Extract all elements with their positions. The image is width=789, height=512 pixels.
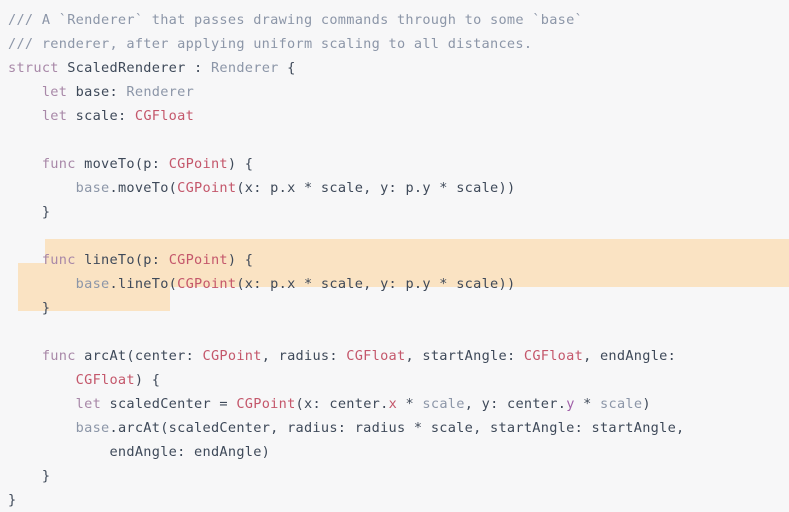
code-token-plain: * bbox=[397, 396, 423, 412]
code-line[interactable]: base.moveTo(CGPoint(x: p.x * scale, y: p… bbox=[0, 176, 789, 200]
code-line[interactable]: struct ScaledRenderer : Renderer { bbox=[0, 56, 789, 80]
code-token-plain: (x: center. bbox=[295, 396, 389, 412]
code-token-plain: , y: center. bbox=[464, 396, 567, 412]
code-token-plain: .arcAt(scaledCenter, radius: radius * sc… bbox=[109, 420, 685, 436]
code-line[interactable]: /// renderer, after applying uniform sca… bbox=[0, 32, 789, 56]
code-token-property-x: x bbox=[388, 396, 398, 412]
code-token-type: CGPoint bbox=[177, 276, 237, 292]
code-token-plain: ScaledRenderer : bbox=[58, 60, 211, 76]
code-token-plain: arcAt(center: bbox=[75, 348, 203, 364]
code-token-plain: (x: p.x * scale, y: p.y * scale)) bbox=[236, 276, 516, 292]
code-line[interactable]: let base: Renderer bbox=[0, 80, 789, 104]
code-line[interactable]: base.arcAt(scaledCenter, radius: radius … bbox=[0, 416, 789, 440]
code-token-keyword: let bbox=[41, 84, 68, 100]
code-token-plain: ) { bbox=[134, 372, 161, 388]
code-line[interactable]: } bbox=[0, 200, 789, 224]
code-token-keyword: func bbox=[41, 348, 76, 364]
code-token-keyword: struct bbox=[8, 60, 59, 76]
code-token-keyword: func bbox=[41, 156, 76, 172]
code-token-identifier-muted: base bbox=[75, 276, 110, 292]
code-viewer[interactable]: /// A `Renderer` that passes drawing com… bbox=[0, 0, 789, 508]
code-token-plain: , radius: bbox=[261, 348, 347, 364]
code-token-plain: endAngle: endAngle) bbox=[8, 444, 271, 460]
code-content[interactable]: /// A `Renderer` that passes drawing com… bbox=[0, 0, 789, 508]
code-token-plain: * bbox=[574, 396, 601, 412]
code-token-plain: .moveTo( bbox=[109, 180, 178, 196]
code-token-plain: } bbox=[8, 468, 51, 484]
code-token-type: CGFloat bbox=[134, 108, 195, 124]
code-token-plain: } bbox=[8, 300, 51, 316]
code-token-plain: scaledCenter = bbox=[101, 396, 237, 412]
code-token-type: CGPoint bbox=[168, 252, 228, 268]
code-token-plain: moveTo(p: bbox=[75, 156, 169, 172]
code-token-type: CGFloat bbox=[75, 372, 135, 388]
code-token-comment: /// A `Renderer` that passes drawing com… bbox=[8, 12, 584, 28]
code-line[interactable]: let scaledCenter = CGPoint(x: center.x *… bbox=[0, 392, 789, 416]
code-line[interactable]: func arcAt(center: CGPoint, radius: CGFl… bbox=[0, 344, 789, 368]
code-line[interactable]: base.lineTo(CGPoint(x: p.x * scale, y: p… bbox=[0, 272, 789, 296]
code-token-plain: } bbox=[8, 204, 51, 220]
code-token-type: CGFloat bbox=[523, 348, 584, 364]
code-token-plain: .lineTo( bbox=[109, 276, 178, 292]
code-token-plain: (x: p.x * scale, y: p.y * scale)) bbox=[236, 180, 516, 196]
code-token-identifier-muted: scale bbox=[600, 396, 643, 412]
code-line[interactable]: /// A `Renderer` that passes drawing com… bbox=[0, 8, 789, 32]
code-token-keyword: let bbox=[41, 108, 68, 124]
code-line[interactable]: } bbox=[0, 464, 789, 488]
code-token-type: CGPoint bbox=[168, 156, 228, 172]
code-token-plain: , startAngle: bbox=[405, 348, 524, 364]
code-token-comment: /// renderer, after applying uniform sca… bbox=[8, 36, 533, 52]
code-token-identifier-muted: scale bbox=[422, 396, 465, 412]
code-token-keyword: let bbox=[75, 396, 102, 412]
code-token-type: CGPoint bbox=[202, 348, 262, 364]
code-token-identifier-muted: Renderer bbox=[210, 60, 279, 76]
code-token-plain: base: bbox=[67, 84, 127, 100]
code-token-keyword: func bbox=[41, 252, 76, 268]
code-token-type: CGPoint bbox=[236, 396, 296, 412]
code-token-plain: , endAngle: bbox=[583, 348, 677, 364]
code-line[interactable]: endAngle: endAngle) bbox=[0, 440, 789, 464]
code-token-plain: ) bbox=[642, 396, 651, 412]
code-line[interactable]: func moveTo(p: CGPoint) { bbox=[0, 152, 789, 176]
code-line[interactable] bbox=[0, 320, 789, 344]
code-token-plain: { bbox=[278, 60, 296, 76]
code-token-identifier-muted: base bbox=[75, 420, 110, 436]
code-line[interactable]: let scale: CGFloat bbox=[0, 104, 789, 128]
code-line[interactable]: } bbox=[0, 488, 789, 512]
code-token-identifier-muted: Renderer bbox=[126, 84, 195, 100]
code-token-type: CGFloat bbox=[346, 348, 406, 364]
code-line[interactable] bbox=[0, 224, 789, 248]
code-token-plain: scale: bbox=[67, 108, 135, 124]
code-line[interactable] bbox=[0, 128, 789, 152]
code-token-plain: lineTo(p: bbox=[75, 252, 169, 268]
code-token-plain: ) { bbox=[227, 252, 254, 268]
code-token-identifier-muted: base bbox=[75, 180, 110, 196]
code-line[interactable]: } bbox=[0, 296, 789, 320]
code-token-property-y: y bbox=[566, 396, 575, 412]
code-line[interactable]: CGFloat) { bbox=[0, 368, 789, 392]
code-token-type: CGPoint bbox=[177, 180, 237, 196]
code-token-plain: ) { bbox=[227, 156, 254, 172]
code-line[interactable]: func lineTo(p: CGPoint) { bbox=[0, 248, 789, 272]
